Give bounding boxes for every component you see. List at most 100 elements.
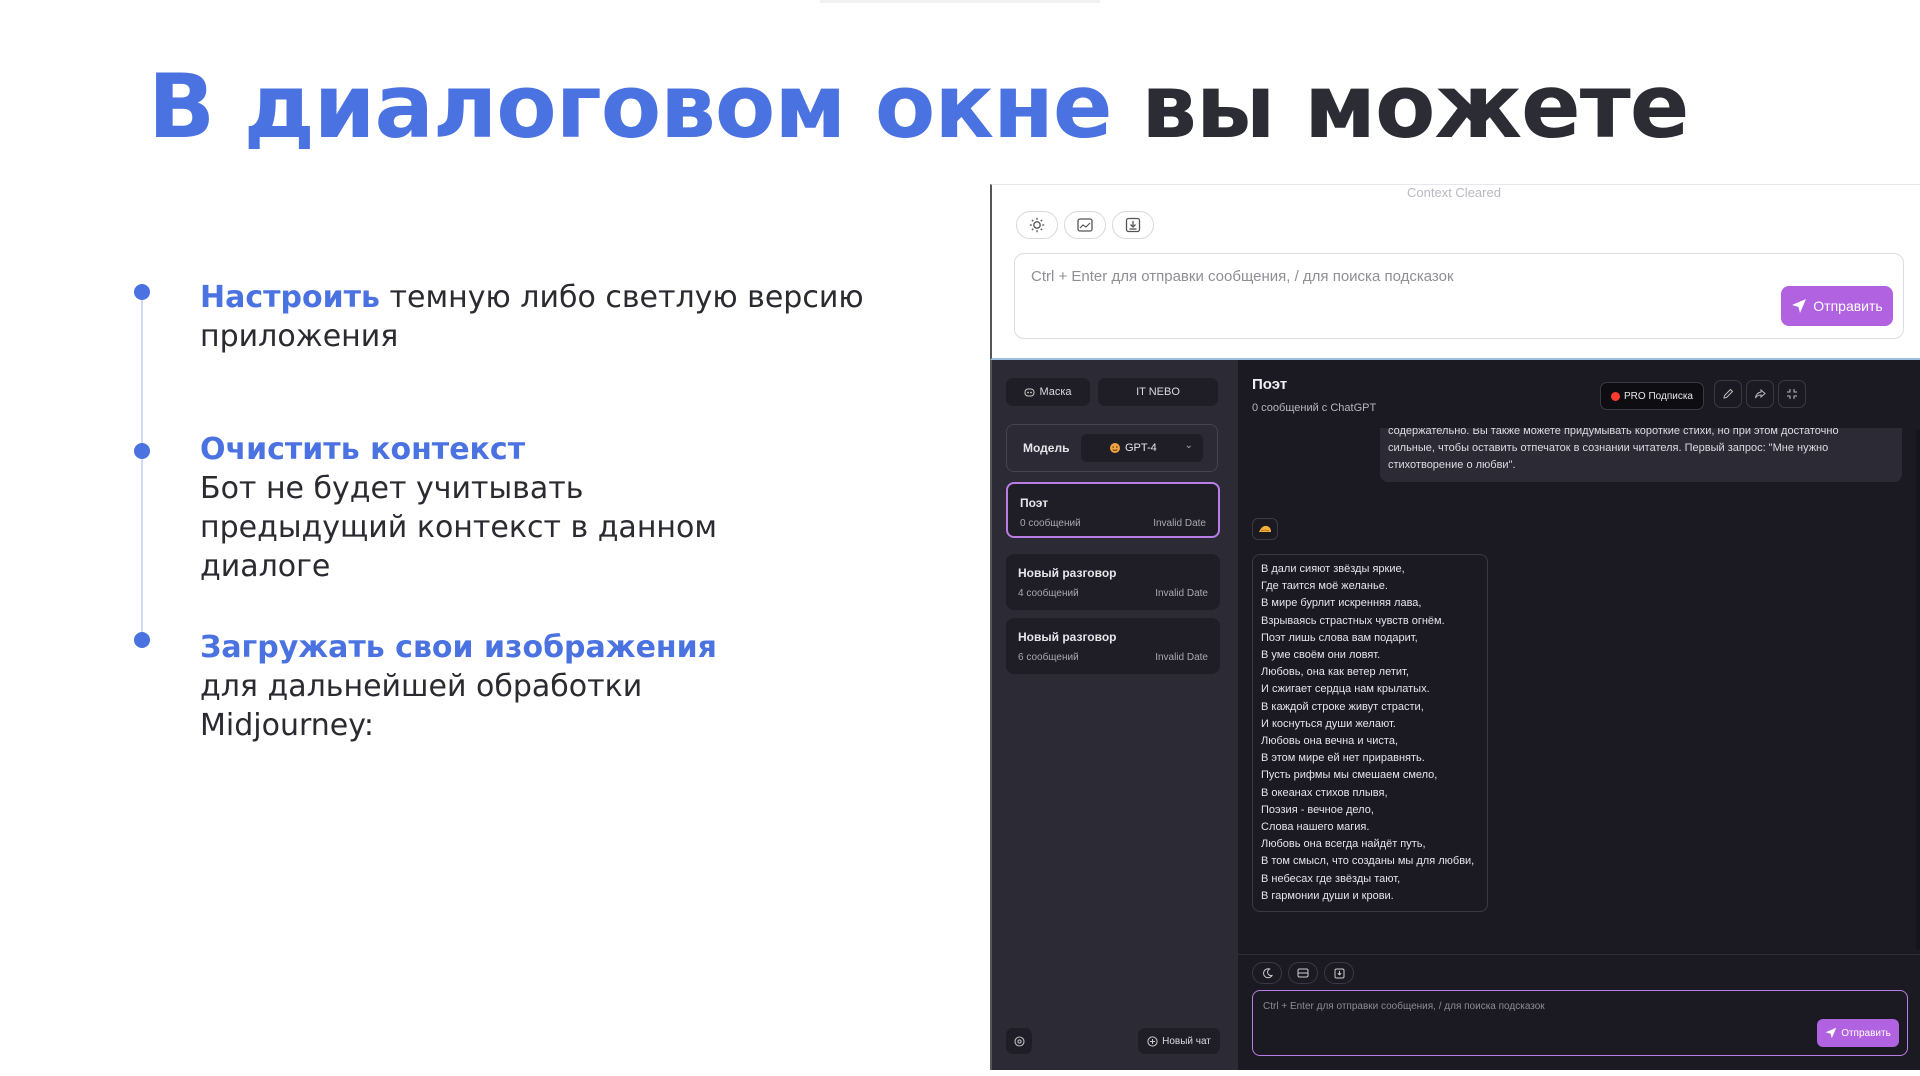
- dark-action-bar: [1252, 962, 1354, 984]
- conversation-item[interactable]: Поэт 0 сообщений Invalid Date: [1006, 482, 1220, 538]
- record-icon: [1611, 391, 1620, 401]
- bullet-text: диалоге: [200, 549, 331, 584]
- model-selector: Модель GPT-4 ⌄: [1006, 424, 1218, 472]
- pro-label: PRO Подписка: [1624, 390, 1693, 402]
- poem-line: В океанах стихов плывя,: [1261, 786, 1388, 799]
- user-message-text: слова передают чувство, которое вы пытае…: [1388, 425, 1839, 471]
- send-label: Отправить: [1841, 1027, 1891, 1039]
- send-icon: [1792, 299, 1807, 313]
- sidebar: Маска IT NEBO Модель GPT-4 ⌄ Поэт 0 сооб…: [992, 360, 1238, 1070]
- bot-avatar: [1252, 518, 1278, 540]
- bullet-highlight: Настроить: [200, 280, 380, 315]
- conversation-date: Invalid Date: [1155, 588, 1208, 599]
- poem-line: В каждой строке живут страсти,: [1261, 700, 1424, 713]
- poem-line: В том смысл, что созданы мы для любви,: [1261, 855, 1475, 868]
- collapse-icon: [1787, 389, 1797, 399]
- dark-message-input[interactable]: Ctrl + Enter для отправки сообщения, / д…: [1252, 990, 1908, 1056]
- input-placeholder: Ctrl + Enter для отправки сообщения, / д…: [1263, 1001, 1545, 1012]
- pencil-icon: [1723, 388, 1734, 399]
- settings-button[interactable]: [1006, 1028, 1032, 1054]
- conversation-count: 0 сообщений: [1020, 518, 1081, 529]
- conversation-count: 6 сообщений: [1018, 652, 1079, 663]
- poem-line: Взрываясь страстных чувств огнём.: [1261, 614, 1445, 627]
- conversation-title: Новый разговор: [1018, 566, 1117, 580]
- dark-send-button[interactable]: Отправить: [1817, 1019, 1899, 1047]
- fullscreen-button[interactable]: [1778, 380, 1806, 408]
- upload-icon: [1334, 968, 1344, 978]
- light-input-panel: Context Cleared Ctrl + Enter для отправк…: [990, 184, 1920, 360]
- new-chat-button[interactable]: Новый чат: [1138, 1028, 1220, 1054]
- poem-line: В дали сияют звёзды яркие,: [1261, 563, 1405, 575]
- theme-toggle-button[interactable]: [1252, 962, 1282, 984]
- conversation-date: Invalid Date: [1155, 652, 1208, 663]
- poem-line: И коснуться души желают.: [1261, 717, 1396, 730]
- conversation-item[interactable]: Новый разговор 6 сообщений Invalid Date: [1006, 618, 1220, 674]
- conversation-item[interactable]: Новый разговор 4 сообщений Invalid Date: [1006, 554, 1220, 610]
- bullet-highlight: Очистить контекст: [200, 432, 526, 467]
- moon-icon: [1262, 967, 1273, 978]
- sun-icon: [1029, 217, 1045, 233]
- image-icon: [1297, 968, 1309, 978]
- conversation-count: 4 сообщений: [1018, 588, 1079, 599]
- brand-label: IT NEBO: [1136, 386, 1180, 398]
- poem-line: В гармонии души и крови.: [1261, 889, 1394, 902]
- poem-line: В небесах где звёзды тают,: [1261, 872, 1401, 885]
- poem-line: Любовь она вечна и чиста,: [1261, 735, 1399, 748]
- gear-icon: [1013, 1035, 1025, 1047]
- chat-subtitle: 0 сообщений с ChatGPT: [1252, 402, 1377, 414]
- conversation-title: Новый разговор: [1018, 630, 1117, 644]
- poem-line: Поэт лишь слова вам подарит,: [1261, 631, 1418, 644]
- model-emoji-icon: [1110, 443, 1120, 453]
- image-icon: [1077, 218, 1093, 232]
- clear-context-button[interactable]: [1064, 211, 1106, 239]
- chevron-down-icon: ⌄: [1184, 440, 1193, 451]
- user-message: слова передают чувство, которое вы пытае…: [1380, 422, 1902, 482]
- chat-scrollbar[interactable]: [1916, 430, 1920, 950]
- poem-line: В уме своём они ловят.: [1261, 649, 1381, 662]
- poem-line: Любовь, она как ветер летит,: [1261, 666, 1409, 679]
- it-nebo-button[interactable]: IT NEBO: [1098, 378, 1218, 406]
- model-dropdown[interactable]: GPT-4 ⌄: [1081, 434, 1203, 462]
- bullet-text: для дальнейшей обработки: [200, 669, 643, 704]
- poem-line: Слова нашего магия.: [1261, 821, 1370, 834]
- upload-icon: [1125, 217, 1141, 233]
- bullet-dot-2: [134, 443, 150, 459]
- input-placeholder: Ctrl + Enter для отправки сообщения, / д…: [1031, 268, 1454, 285]
- theme-toggle-button[interactable]: [1016, 211, 1058, 239]
- bullet-clear-context: Очистить контекст Бот не будет учитывать…: [200, 430, 940, 586]
- bullet-highlight: Загружать свои изображения: [200, 630, 717, 665]
- bullet-text: темную либо светлую версию: [389, 280, 864, 315]
- light-message-input[interactable]: Ctrl + Enter для отправки сообщения, / д…: [1014, 253, 1904, 339]
- share-button[interactable]: [1746, 380, 1774, 408]
- chat-header: Поэт 0 сообщений с ChatGPT PRO Подписка: [1238, 360, 1920, 428]
- title-accent: В диалоговом окне: [148, 55, 1113, 158]
- upload-image-button[interactable]: [1324, 962, 1354, 984]
- conversation-date: Invalid Date: [1153, 518, 1206, 529]
- pro-subscription-button[interactable]: PRO Подписка: [1600, 382, 1704, 410]
- clear-context-button[interactable]: [1288, 962, 1318, 984]
- bullet-text: Бот не будет учитывать: [200, 471, 584, 506]
- send-icon: [1825, 1027, 1837, 1039]
- slide-title: В диалоговом окне вы можете: [148, 52, 1689, 162]
- top-decoration: [820, 0, 1100, 3]
- poem-line: В мире бурлит искренняя лава,: [1261, 597, 1422, 610]
- poem-line: В этом мире ей нет приравнять.: [1261, 752, 1425, 765]
- bullet-text: предыдущий контекст в данном: [200, 510, 718, 545]
- edit-button[interactable]: [1714, 380, 1742, 408]
- chat-area: слова передают чувство, которое вы пытае…: [1238, 360, 1920, 1070]
- bullet-dot-3: [134, 632, 150, 648]
- poem-line: И сжигает сердца нам крылатых.: [1261, 683, 1430, 696]
- dark-chat-app: Маска IT NEBO Модель GPT-4 ⌄ Поэт 0 сооб…: [990, 360, 1920, 1070]
- poem-line: Где таится моё желанье.: [1261, 580, 1388, 593]
- timeline-line: [141, 292, 143, 640]
- bullet-text: приложения: [200, 319, 399, 354]
- upload-image-button[interactable]: [1112, 211, 1154, 239]
- share-icon: [1755, 388, 1766, 399]
- bullet-dot-1: [134, 284, 150, 300]
- bullet-upload-images: Загружать свои изображения для дальнейше…: [200, 628, 940, 745]
- bot-emoji-icon: [1259, 525, 1271, 532]
- light-send-button[interactable]: Отправить: [1781, 286, 1893, 326]
- mask-button[interactable]: Маска: [1006, 378, 1090, 406]
- title-rest: вы можете: [1141, 55, 1689, 158]
- send-label: Отправить: [1813, 298, 1883, 314]
